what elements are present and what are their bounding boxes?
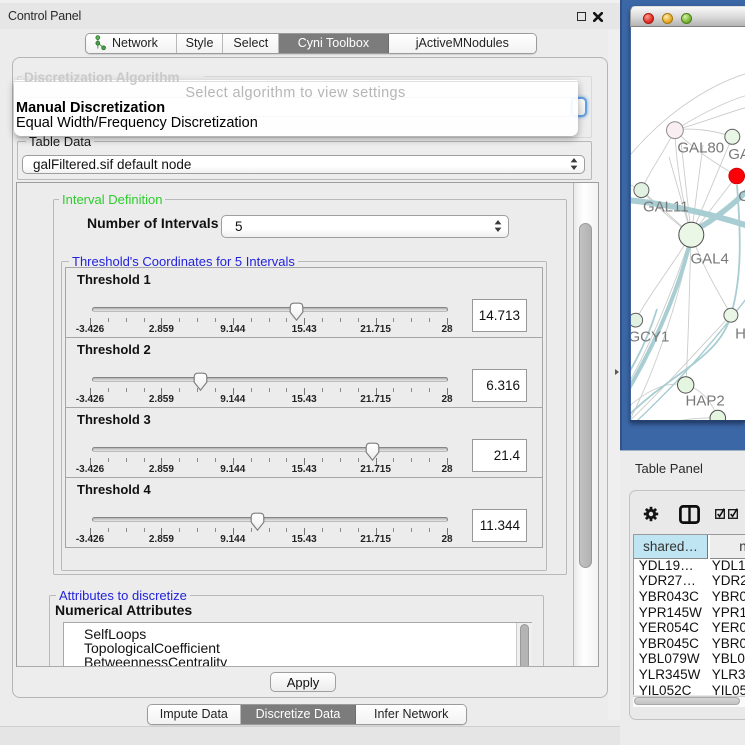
- svg-text:GCY1: GCY1: [631, 329, 669, 346]
- svg-text:HAP2: HAP2: [685, 393, 724, 410]
- svg-text:C: C: [738, 188, 745, 205]
- svg-text:GA: GA: [728, 146, 745, 163]
- svg-text:H: H: [735, 326, 745, 343]
- svg-text:GAL4: GAL4: [690, 251, 728, 268]
- svg-text:GAL80: GAL80: [677, 140, 724, 157]
- svg-text:GAL11: GAL11: [643, 199, 689, 216]
